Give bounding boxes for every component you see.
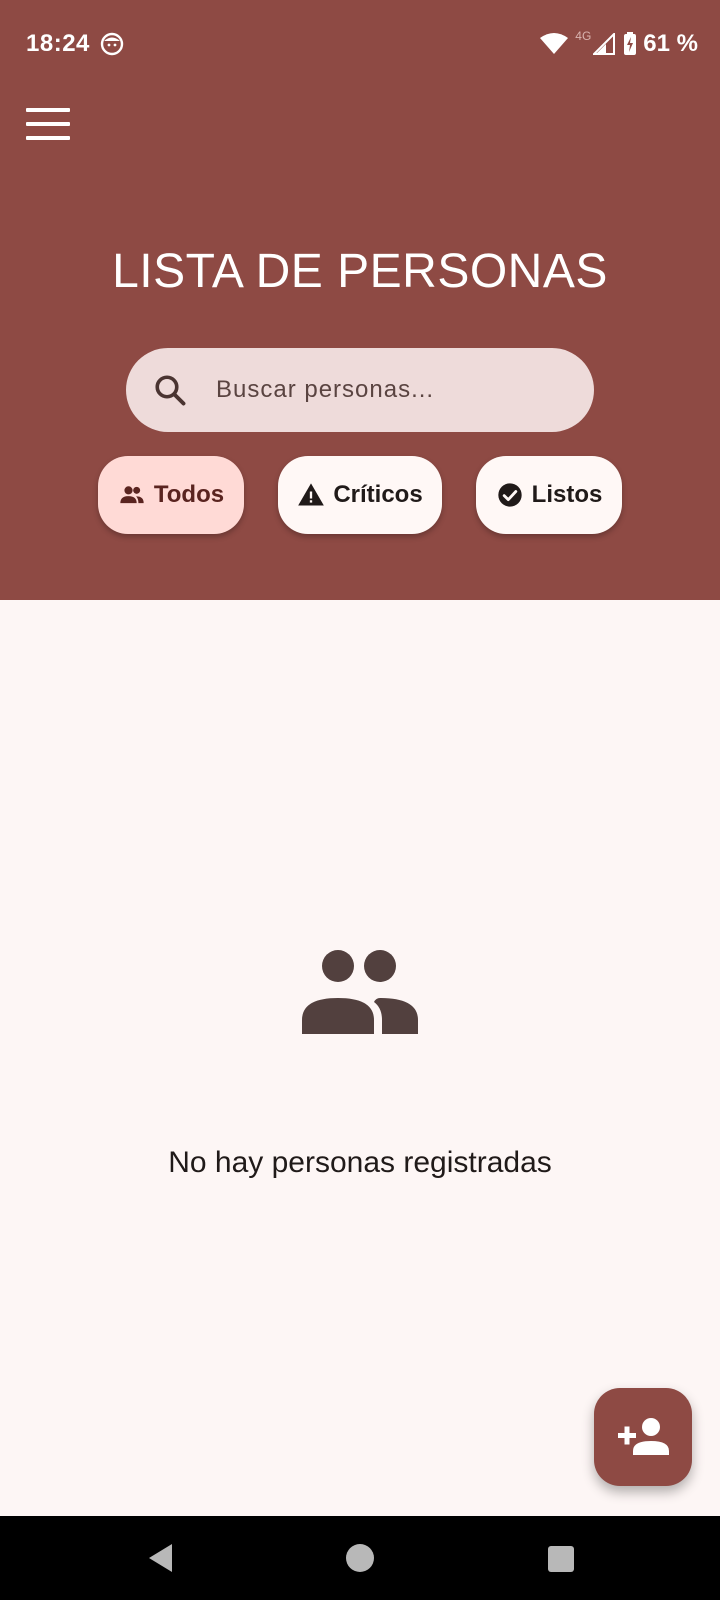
- status-time: 18:24: [26, 30, 90, 57]
- empty-state-message: No hay personas registradas: [168, 1146, 552, 1179]
- add-person-button[interactable]: [594, 1388, 692, 1486]
- group-icon: [302, 950, 418, 1034]
- check-circle-icon: [497, 483, 522, 507]
- signal-icon: [593, 33, 616, 55]
- warning-icon: [298, 483, 325, 506]
- search-bar[interactable]: [126, 348, 594, 432]
- filter-chip-label: Listos: [531, 481, 603, 508]
- back-icon[interactable]: [146, 1542, 176, 1574]
- battery-percent: 61 %: [643, 30, 698, 57]
- filter-chip-criticos[interactable]: Críticos: [278, 456, 442, 534]
- system-nav-bar: [0, 1516, 720, 1600]
- page-title: LISTA DE PERSONAS: [112, 245, 608, 298]
- status-icons: 4G 61 %: [539, 28, 698, 60]
- battery-icon: [624, 32, 637, 55]
- search-icon: [155, 375, 186, 406]
- notification-face-icon: [100, 32, 124, 56]
- filter-chip-listos[interactable]: Listos: [476, 456, 622, 534]
- search-input[interactable]: [216, 348, 576, 432]
- status-bar: 18:24 4G 61 %: [0, 0, 720, 88]
- app-header: 18:24 4G 61 % LISTA DE PERSONAS Buscar p…: [0, 0, 720, 600]
- network-type: 4G: [575, 29, 592, 43]
- filter-chip-todos[interactable]: Todos: [98, 456, 244, 534]
- group-icon: [120, 486, 144, 504]
- recents-icon[interactable]: [548, 1546, 574, 1572]
- menu-icon[interactable]: [26, 108, 72, 144]
- filter-chip-label: Todos: [153, 481, 225, 508]
- home-icon[interactable]: [346, 1544, 374, 1572]
- person-add-icon: [618, 1418, 669, 1455]
- wifi-icon: [540, 33, 569, 54]
- filter-chip-label: Críticos: [333, 481, 423, 508]
